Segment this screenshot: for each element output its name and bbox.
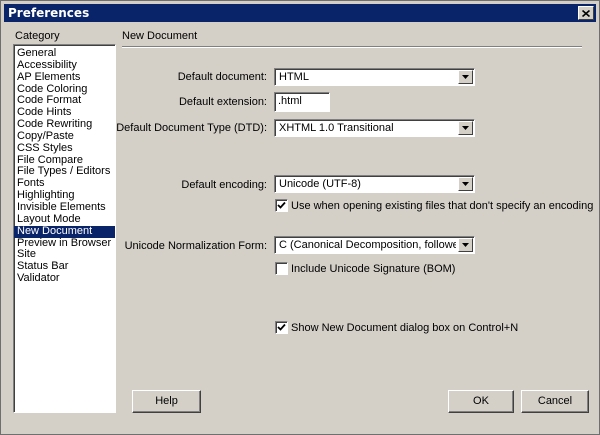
title-bar[interactable]: Preferences — [4, 4, 596, 22]
include-bom-checkbox[interactable] — [275, 262, 288, 275]
default-document-select[interactable]: HTML — [274, 68, 475, 86]
normalization-select[interactable]: C (Canonical Decomposition, followed by … — [274, 236, 475, 254]
category-item[interactable]: New Document — [14, 225, 115, 238]
preferences-dialog: Preferences Category General Accessibilit… — [0, 0, 600, 435]
normalization-label: Unicode Normalization Form: — [124, 240, 267, 252]
cancel-button[interactable]: Cancel — [521, 390, 589, 413]
default-dtd-value: XHTML 1.0 Transitional — [279, 122, 394, 134]
default-dtd-select[interactable]: XHTML 1.0 Transitional — [274, 119, 475, 137]
category-item[interactable]: Copy/Paste — [14, 130, 115, 143]
show-dialog-label: Show New Document dialog box on Control+… — [291, 322, 519, 334]
use-encoding-label: Use when opening existing files that don… — [291, 200, 594, 212]
default-document-dropdown-button[interactable] — [458, 70, 473, 84]
ok-button[interactable]: OK — [448, 390, 514, 413]
checkmark-icon — [277, 201, 286, 209]
default-extension-input[interactable] — [275, 93, 329, 109]
close-button[interactable] — [578, 6, 594, 20]
category-item[interactable]: Layout Mode — [14, 213, 115, 226]
default-extension-label: Default extension: — [178, 96, 267, 108]
chevron-down-icon — [462, 243, 469, 247]
panel-title: New Document — [122, 30, 198, 42]
category-heading: Category — [15, 30, 60, 42]
default-encoding-dropdown-button[interactable] — [458, 177, 473, 191]
category-item[interactable]: CSS Styles — [14, 142, 115, 155]
chevron-down-icon — [462, 126, 469, 130]
default-dtd-label: Default Document Type (DTD): — [116, 122, 267, 134]
category-list[interactable]: General Accessibility AP Elements Code Colo… — [13, 44, 116, 413]
help-button[interactable]: Help — [132, 390, 201, 413]
normalization-dropdown-button[interactable] — [458, 238, 473, 252]
window-title: Preferences — [8, 6, 90, 20]
chevron-down-icon — [462, 182, 469, 186]
normalization-value: C (Canonical Decomposition, followed by … — [279, 239, 456, 251]
category-item[interactable]: Accessibility — [14, 59, 115, 72]
default-document-label: Default document: — [177, 71, 267, 83]
show-dialog-checkbox[interactable] — [275, 321, 288, 334]
default-encoding-value: Unicode (UTF-8) — [279, 178, 361, 190]
close-icon — [582, 9, 590, 17]
category-item[interactable]: Validator — [14, 272, 115, 285]
use-encoding-checkbox[interactable] — [275, 199, 288, 212]
default-extension-field[interactable] — [274, 92, 330, 112]
default-document-value: HTML — [279, 71, 309, 83]
chevron-down-icon — [462, 75, 469, 79]
category-items: General Accessibility AP Elements Code Colo… — [14, 45, 115, 285]
checkmark-icon — [277, 323, 286, 331]
panel-divider — [122, 46, 582, 48]
include-bom-label: Include Unicode Signature (BOM) — [291, 263, 456, 275]
default-encoding-label: Default encoding: — [181, 179, 267, 191]
default-dtd-dropdown-button[interactable] — [458, 121, 473, 135]
category-item[interactable]: AP Elements — [14, 71, 115, 84]
default-encoding-select[interactable]: Unicode (UTF-8) — [274, 175, 475, 193]
